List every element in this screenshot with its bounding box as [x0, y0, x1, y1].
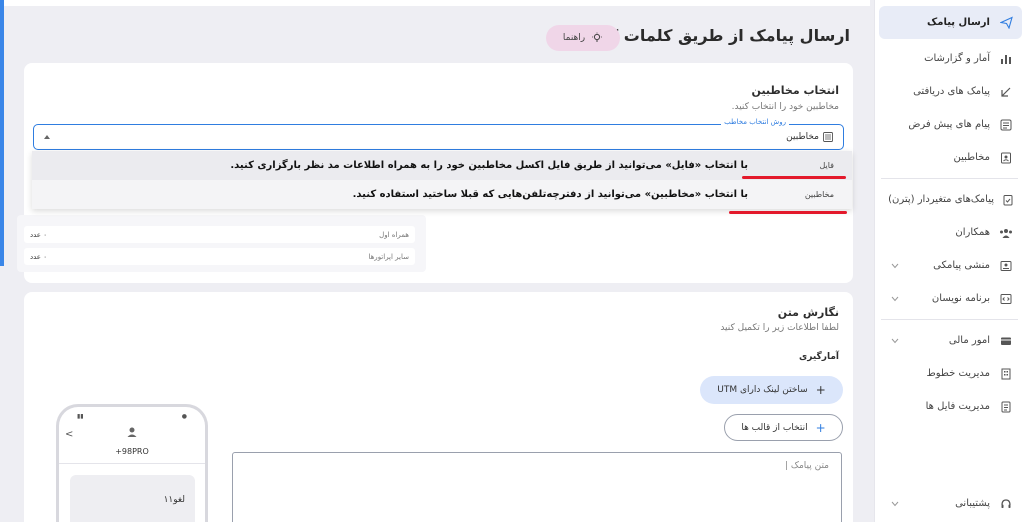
sidebar-item-reports[interactable]: آمار و گزارشات [879, 42, 1022, 75]
option-label: فایل [819, 161, 834, 170]
sidebar-item-colleagues[interactable]: همکاران [879, 216, 1022, 249]
sidebar-item-support[interactable]: پشتیبانی [879, 487, 1022, 520]
chevron-down-icon[interactable] [889, 335, 901, 347]
chevron-down-icon[interactable] [889, 293, 901, 305]
sms-text-input[interactable]: متن پیامک | [232, 452, 842, 522]
option-note: با انتخاب «فایل» می‌توانید از طریق فایل … [230, 160, 748, 171]
sidebar-item-finance[interactable]: امور مالی [879, 324, 1022, 357]
sidebar-item-label: پیامک های دریافتی [913, 86, 990, 97]
utm-link-button[interactable]: + ساختن لینک دارای UTM [700, 376, 843, 404]
send-icon [998, 15, 1014, 31]
sidebar-divider [881, 178, 1018, 179]
message-list-icon [998, 117, 1014, 133]
phone-status-bar: ● ▮▮ [77, 413, 187, 421]
bar-chart-icon [998, 51, 1014, 67]
users-icon [998, 225, 1014, 241]
main-content: ارسال پیامک از طریق کلمات کلیدی راهنما ا… [0, 0, 870, 522]
arrow-down-left-icon [998, 84, 1014, 100]
template-button[interactable]: + انتخاب از قالب ها [724, 414, 843, 441]
sidebar-item-lines[interactable]: مدیریت خطوط [879, 357, 1022, 390]
select-value: مخاطبین [786, 132, 833, 142]
chevron-down-icon[interactable] [889, 260, 901, 272]
contact-method-dropdown: فایل با انتخاب «فایل» می‌توانید از طریق … [32, 151, 852, 209]
sidebar-item-pattern[interactable]: پیامک‌های متغیردار (پترن) [879, 183, 1022, 216]
sidebar-item-label: پیامک‌های متغیردار (پترن) [888, 194, 994, 205]
sidebar-item-label: مدیریت خطوط [926, 368, 991, 379]
sidebar: ارسال پیامک آمار و گزارشات پیامک های دری… [874, 0, 1024, 522]
phone-preview: ● ▮▮ < +98PRO لغو۱۱ [56, 404, 208, 522]
option-label: مخاطبین [804, 190, 834, 199]
chevron-down-icon[interactable] [889, 498, 901, 510]
contact-icon [998, 150, 1014, 166]
phone-sender: +98PRO [115, 447, 149, 456]
utm-label: ساختن لینک دارای UTM [717, 385, 808, 395]
sidebar-item-contacts[interactable]: مخاطبین [879, 141, 1022, 174]
building-icon [998, 366, 1014, 382]
option-note: با انتخاب «مخاطبین» می‌توانید از دفترچه‌… [352, 189, 748, 200]
dropdown-option-file[interactable]: فایل با انتخاب «فایل» می‌توانید از طریق … [32, 151, 852, 180]
stat-value: ۰ عدد [30, 252, 47, 261]
divider [59, 463, 205, 464]
sidebar-divider [881, 319, 1018, 320]
stats-label: آمارگیری [799, 352, 839, 362]
stat-row: همراه اول ۰ عدد [24, 226, 415, 243]
sidebar-item-send-sms[interactable]: ارسال پیامک [879, 6, 1022, 39]
compose-subtitle: لطفا اطلاعات زیر را تکمیل کنید [720, 323, 839, 333]
sidebar-item-label: پیام های پیش فرض [908, 119, 990, 130]
id-card-icon [998, 258, 1014, 274]
sidebar-item-label: منشی پیامکی [933, 260, 990, 271]
file-list-icon [998, 399, 1014, 415]
sidebar-item-label: مدیریت فایل ها [925, 401, 990, 412]
headset-icon [998, 496, 1014, 512]
dropdown-option-contacts[interactable]: مخاطبین با انتخاب «مخاطبین» می‌توانید از… [32, 180, 852, 209]
guide-label: راهنما [562, 33, 586, 43]
plus-icon: + [815, 420, 826, 435]
contacts-title: انتخاب مخاطبین [751, 84, 839, 97]
wifi-icon: ● [181, 413, 187, 420]
stat-label: سایر اپراتورها [368, 252, 409, 261]
template-label: انتخاب از قالب ها [741, 422, 808, 433]
compose-title: نگارش متن [777, 306, 839, 319]
sidebar-item-default-messages[interactable]: پیام های پیش فرض [879, 108, 1022, 141]
lightbulb-icon [592, 32, 603, 42]
sidebar-item-label: آمار و گزارشات [924, 53, 990, 64]
code-icon [998, 291, 1014, 307]
sidebar-item-files[interactable]: مدیریت فایل ها [879, 390, 1022, 423]
stat-row: سایر اپراتورها ۰ عدد [24, 248, 415, 265]
top-bar [0, 0, 870, 6]
contacts-subtitle: مخاطبین خود را انتخاب کنید. [731, 102, 839, 112]
avatar [125, 425, 139, 439]
clipboard-check-icon [1002, 192, 1014, 208]
message-bubble: لغو۱۱ [70, 475, 195, 522]
stat-value: ۰ عدد [30, 230, 47, 239]
highlight-line [742, 176, 846, 179]
highlight-line [729, 211, 847, 214]
sidebar-item-developers[interactable]: برنامه نویسان [879, 282, 1022, 315]
stat-label: همراه اول [379, 230, 409, 239]
user-icon [127, 427, 137, 437]
wallet-icon [998, 333, 1014, 349]
scroll-indicator [0, 0, 4, 266]
select-legend: روش انتخاب مخاطب [721, 118, 789, 126]
sidebar-item-label: امور مالی [948, 335, 990, 346]
sidebar-item-received[interactable]: پیامک های دریافتی [879, 75, 1022, 108]
plus-icon: + [815, 383, 826, 397]
sidebar-item-sms-secretary[interactable]: منشی پیامکی [879, 249, 1022, 282]
caret-up-icon[interactable] [44, 135, 50, 139]
sidebar-item-label: همکاران [955, 227, 990, 238]
signal-icon: ▮▮ [77, 413, 84, 420]
sidebar-item-label: برنامه نویسان [931, 293, 990, 304]
sidebar-item-label: ارسال پیامک [927, 17, 990, 28]
sidebar-item-label: پشتیبانی [955, 498, 990, 509]
back-chevron-icon: < [65, 429, 74, 440]
list-icon [823, 132, 833, 142]
guide-button[interactable]: راهنما [546, 25, 620, 51]
contact-method-select[interactable]: مخاطبین [33, 124, 844, 150]
select-value-label: مخاطبین [786, 132, 819, 142]
sidebar-item-label: مخاطبین [953, 152, 990, 163]
